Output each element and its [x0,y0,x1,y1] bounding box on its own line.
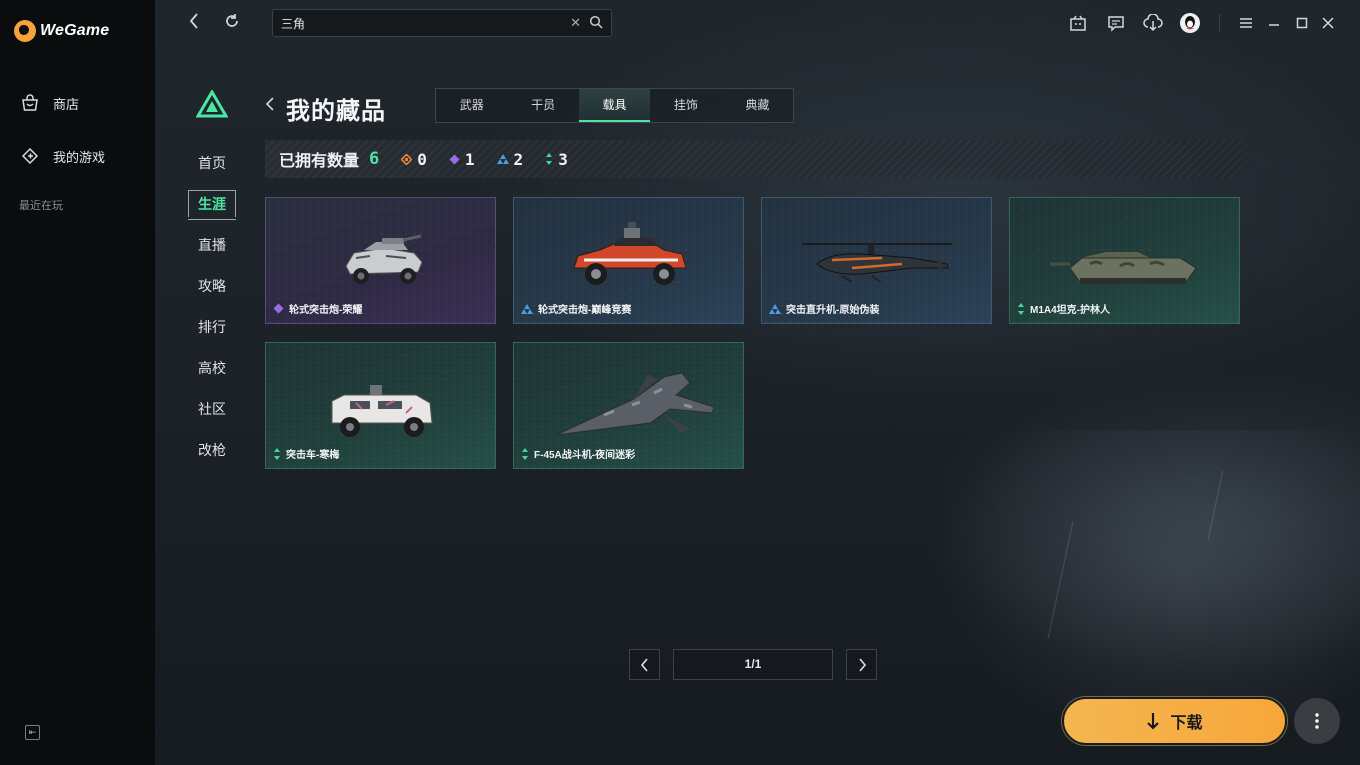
green-arrows-icon [1018,302,1024,315]
tank-icon [1050,252,1197,284]
delta-force-logo-icon[interactable] [195,89,229,123]
back-chevron-icon[interactable] [265,96,275,117]
tab-vehicles[interactable]: 载具 [578,89,651,122]
sidebar-item-label: 我的游戏 [53,149,106,165]
download-label: 下载 [1170,715,1203,732]
search-icon[interactable] [589,15,603,29]
tab-weapons[interactable]: 武器 [436,89,507,122]
refresh-icon[interactable] [223,12,241,35]
my-games-icon [21,147,39,165]
rarity-count-purple: 1 [449,150,475,169]
vehicle-name: 轮式突击炮-巅峰竞赛 [538,305,632,316]
vehicle-card[interactable]: 轮式突击炮-巅峰竞赛 [513,197,744,324]
vehicle-card[interactable]: 轮式突击炮-荣耀 [265,197,496,324]
vehicle-name: F-45A战斗机-夜间迷彩 [534,450,636,461]
armored-car-icon [345,234,423,284]
vehicle-name: 突击车-寒梅 [286,450,340,461]
pager-next-button[interactable] [846,649,877,680]
vehicle-name: 轮式突击炮-荣耀 [289,305,363,316]
gift-box-icon[interactable] [1068,13,1088,33]
vehicle-card[interactable]: 突击车-寒梅 [265,342,496,469]
rarity-count-blue: 2 [496,150,523,169]
menu-icon[interactable] [1236,13,1256,33]
green-arrows-icon [274,447,280,460]
game-nav-college[interactable]: 高校 [188,355,236,381]
wegame-logo[interactable]: WeGame [14,20,109,42]
vehicle-card[interactable]: F-45A战斗机-夜间迷彩 [513,342,744,469]
tab-collection[interactable]: 典藏 [722,89,793,122]
rarity-count-green: 3 [545,150,568,169]
rarity-count-orange: 0 [401,150,427,169]
red-assault-vehicle-icon [573,222,687,285]
download-arrow-icon [1147,713,1160,730]
blue-triangles-icon [496,154,509,164]
sidebar-item-label: 商店 [53,96,80,112]
tab-charms[interactable]: 挂饰 [650,89,721,122]
blue-triangles-icon [521,303,533,314]
vehicle-card[interactable]: 突击直升机-原始伪装 [761,197,992,324]
green-arrows-icon [546,153,553,165]
game-nav-career[interactable]: 生涯 [188,190,236,220]
collection-tabs: 武器 干员 载具 挂饰 典藏 [435,88,794,123]
owned-count-label: 已拥有数量 [279,153,360,170]
message-icon[interactable] [1106,13,1126,33]
clear-search-icon[interactable]: ✕ [570,15,581,31]
blue-triangles-icon [769,303,781,314]
search-box: ✕ [272,9,612,37]
search-input[interactable] [281,16,561,30]
recent-played-label: 最近在玩 [19,200,63,212]
purple-diamond-icon [449,154,460,164]
collapse-sidebar-icon[interactable]: ⇤ [25,725,40,740]
avatar[interactable] [1180,13,1200,33]
game-nav-community[interactable]: 社区 [188,396,236,422]
wegame-sidebar: WeGame 商店 我的游戏 最近在玩 ⇤ [0,0,155,765]
orange-diamond-icon [401,153,413,165]
maximize-icon[interactable] [1292,13,1312,33]
download-manager-icon[interactable] [1143,13,1163,33]
vehicle-name: 突击直升机-原始伪装 [786,305,880,316]
purple-diamond-icon [273,303,284,314]
game-nav-ranking[interactable]: 排行 [188,314,236,340]
topbar-divider [1219,14,1220,32]
owned-count-total: 6 [369,149,380,169]
vehicle-card[interactable]: M1A4坦克-护林人 [1009,197,1240,324]
green-arrows-icon [522,447,528,460]
more-options-button[interactable] [1294,698,1340,744]
sidebar-item-store[interactable]: 商店 [20,93,79,113]
download-button[interactable]: 下载 [1062,697,1287,745]
close-icon[interactable] [1318,13,1338,33]
page-title: 我的藏品 [286,98,386,125]
top-bar: ✕ [155,0,1360,46]
tab-operators[interactable]: 干员 [507,89,578,122]
vehicle-name: M1A4坦克-护林人 [1030,305,1111,316]
store-bag-icon [22,94,38,111]
pager-prev-button[interactable] [629,649,660,680]
game-nav-home[interactable]: 首页 [188,150,236,176]
back-icon[interactable] [188,12,200,35]
wegame-logo-icon [14,20,36,42]
game-nav-gunsmith[interactable]: 改枪 [188,437,236,463]
pager-page-indicator: 1/1 [673,649,833,680]
minimize-icon[interactable] [1264,13,1284,33]
fighter-jet-icon [555,372,715,436]
game-nav-guides[interactable]: 攻略 [188,273,236,299]
sidebar-item-my-games[interactable]: 我的游戏 [20,146,105,166]
main-area: ✕ 首页 [155,0,1360,765]
armored-truck-icon [331,385,433,437]
helicopter-icon [802,243,952,283]
app-name: WeGame [40,22,110,39]
owned-count-bar: 已拥有数量 6 0 1 2 3 [265,140,1242,178]
game-nav-live[interactable]: 直播 [188,232,236,258]
more-vertical-icon [1315,713,1319,729]
